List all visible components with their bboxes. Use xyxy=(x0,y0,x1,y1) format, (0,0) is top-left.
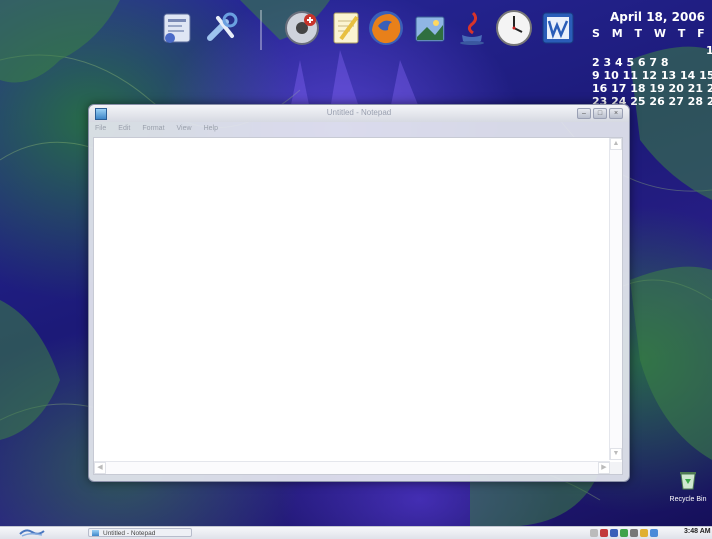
dock-separator xyxy=(260,10,262,50)
minimize-button[interactable]: – xyxy=(577,108,591,119)
recycle-bin[interactable]: Recycle Bin xyxy=(664,470,712,503)
resize-grip[interactable] xyxy=(610,462,622,474)
notes-icon[interactable] xyxy=(326,8,366,48)
vertical-scrollbar[interactable]: ▲ ▼ xyxy=(609,138,622,460)
word-icon[interactable] xyxy=(538,8,578,48)
close-button[interactable]: × xyxy=(609,108,623,119)
firefox-icon[interactable] xyxy=(366,8,406,48)
scroll-left-arrow[interactable]: ◀ xyxy=(94,462,106,474)
tray-security-icon[interactable] xyxy=(650,529,658,537)
system-tray xyxy=(590,528,658,538)
application-dock xyxy=(154,8,582,58)
menu-view[interactable]: View xyxy=(175,124,194,136)
text-editor-area[interactable] xyxy=(93,137,623,475)
tray-arrow-icon[interactable] xyxy=(590,529,598,537)
tray-network-icon[interactable] xyxy=(610,529,618,537)
notepad-taskbar-icon xyxy=(92,530,99,536)
taskbar: Untitled - Notepad 3:48 AM xyxy=(0,526,712,539)
menu-edit[interactable]: Edit xyxy=(116,124,132,136)
tray-volume-icon[interactable] xyxy=(630,529,638,537)
music-player-icon[interactable] xyxy=(282,8,322,48)
menu-bar: File Edit Format View Help xyxy=(93,124,220,136)
calendar-day-headers: S M T W T F S xyxy=(592,27,712,40)
notepad-window: Untitled - Notepad – □ × File Edit Forma… xyxy=(88,104,630,482)
photo-editor-icon[interactable] xyxy=(410,8,450,48)
maximize-button[interactable]: □ xyxy=(593,108,607,119)
window-controls: – □ × xyxy=(577,108,623,119)
tray-update-icon[interactable] xyxy=(620,529,628,537)
window-title: Untitled - Notepad xyxy=(326,108,392,117)
clock-icon[interactable] xyxy=(494,8,534,48)
calendar-week-2: 2 3 4 5 6 7 8 xyxy=(592,56,669,69)
calendar-week-4: 16 17 18 19 20 21 22 xyxy=(592,82,712,95)
menu-file[interactable]: File xyxy=(93,124,108,136)
menu-help[interactable]: Help xyxy=(202,124,220,136)
contacts-icon[interactable] xyxy=(158,8,198,48)
calendar-week-1: 1 xyxy=(706,44,712,57)
java-icon[interactable] xyxy=(452,8,492,48)
tray-shield-icon[interactable] xyxy=(600,529,608,537)
scroll-right-arrow[interactable]: ▶ xyxy=(598,462,610,474)
tray-messenger-icon[interactable] xyxy=(640,529,648,537)
tools-icon[interactable] xyxy=(202,8,242,48)
recycle-bin-icon xyxy=(680,472,696,490)
horizontal-scrollbar[interactable]: ◀ ▶ xyxy=(94,461,610,474)
recycle-bin-label: Recycle Bin xyxy=(669,496,707,503)
start-button[interactable] xyxy=(18,528,46,538)
menu-format[interactable]: Format xyxy=(140,124,166,136)
taskbar-button-label: Untitled - Notepad xyxy=(103,530,156,537)
scroll-down-arrow[interactable]: ▼ xyxy=(610,448,622,460)
scroll-up-arrow[interactable]: ▲ xyxy=(610,138,622,150)
calendar-date-title: April 18, 2006 xyxy=(610,10,706,24)
taskbar-notepad-button[interactable]: Untitled - Notepad xyxy=(88,528,192,537)
window-titlebar[interactable]: Untitled - Notepad – □ × xyxy=(89,105,629,122)
taskbar-clock[interactable]: 3:48 AM xyxy=(684,528,711,535)
calendar-week-3: 9 10 11 12 13 14 15 xyxy=(592,69,712,82)
